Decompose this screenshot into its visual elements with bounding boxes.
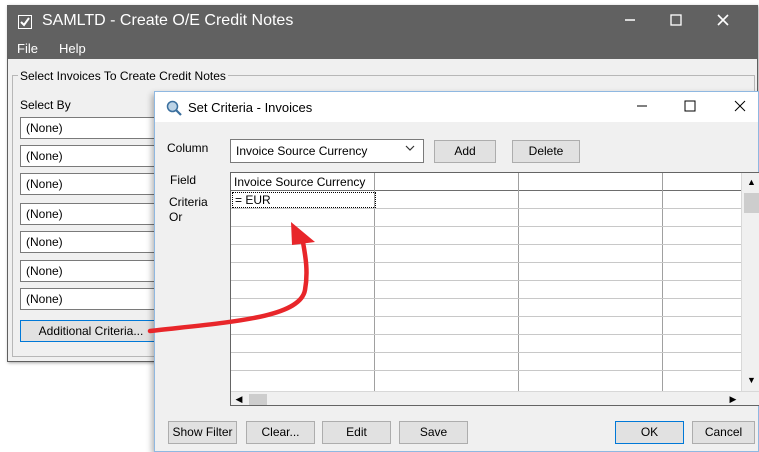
grid-header-cell[interactable]: Invoice Source Currency [234, 175, 365, 189]
maximize-button[interactable] [653, 6, 699, 37]
ok-button[interactable]: OK [615, 421, 684, 444]
criteria-label: Criteria [169, 195, 208, 209]
scroll-left-icon[interactable]: ◀ [231, 392, 247, 405]
delete-button[interactable]: Delete [512, 140, 580, 163]
dialog-title-bar[interactable]: Set Criteria - Invoices [155, 92, 758, 122]
clear-button[interactable]: Clear... [246, 421, 315, 444]
group-label: Select Invoices To Create Credit Notes [18, 69, 228, 83]
grid-column-divider [662, 173, 663, 391]
grid-row-divider [231, 280, 741, 281]
main-title-bar[interactable]: SAMLTD - Create O/E Credit Notes [8, 6, 757, 37]
grid-row-divider [231, 352, 741, 353]
search-icon [166, 100, 182, 116]
scroll-thumb[interactable] [744, 193, 759, 213]
column-label: Column [167, 141, 209, 155]
menu-bar: File Help [8, 37, 757, 59]
grid-row-divider [231, 226, 741, 227]
grid-row-divider [231, 244, 741, 245]
scroll-thumb[interactable] [249, 394, 267, 405]
criteria-grid[interactable]: Invoice Source Currency = EUR ▲ ▼ ◀ ▶ [230, 172, 759, 406]
select-by-field-3[interactable]: (None) [20, 173, 170, 195]
show-filter-button[interactable]: Show Filter [168, 421, 237, 444]
chevron-down-icon [405, 143, 415, 155]
column-select-value: Invoice Source Currency [236, 144, 368, 158]
additional-criteria-button[interactable]: Additional Criteria... [20, 320, 162, 342]
menu-item-file[interactable]: File [17, 41, 38, 56]
vertical-scrollbar[interactable]: ▲ ▼ [741, 173, 759, 391]
scroll-right-icon[interactable]: ▶ [725, 392, 741, 405]
grid-column-divider [518, 173, 519, 391]
dialog-minimize-button[interactable] [619, 92, 665, 122]
criteria-cell-selected[interactable]: = EUR [232, 192, 376, 208]
dialog-maximize-button[interactable] [667, 92, 713, 122]
grid-row-divider [231, 370, 741, 371]
window-title: SAMLTD - Create O/E Credit Notes [42, 12, 294, 29]
set-criteria-dialog: Set Criteria - Invoices Column Invoice S… [154, 91, 759, 452]
cancel-button[interactable]: Cancel [692, 421, 755, 444]
scroll-up-icon[interactable]: ▲ [742, 173, 759, 189]
grid-row-divider [231, 316, 741, 317]
field-label: Field [170, 173, 197, 187]
close-button[interactable] [700, 6, 746, 37]
horizontal-scrollbar[interactable]: ◀ ▶ [231, 391, 759, 405]
select-by-field-1[interactable]: (None) [20, 117, 170, 139]
grid-row-divider [231, 262, 741, 263]
grid-row-divider [231, 298, 741, 299]
select-by-field-4[interactable]: (None) [20, 203, 170, 225]
add-button[interactable]: Add [434, 140, 496, 163]
grid-row-divider [231, 334, 741, 335]
column-select[interactable]: Invoice Source Currency [230, 139, 424, 163]
scroll-down-icon[interactable]: ▼ [742, 373, 759, 389]
select-by-field-7[interactable]: (None) [20, 288, 170, 310]
checkbox-icon [18, 15, 32, 29]
select-by-field-2[interactable]: (None) [20, 145, 170, 167]
select-by-label: Select By [20, 98, 71, 112]
edit-button[interactable]: Edit [322, 421, 391, 444]
or-label: Or [169, 210, 183, 224]
grid-row-divider [231, 208, 741, 209]
dialog-close-button[interactable] [717, 92, 759, 122]
select-by-field-6[interactable]: (None) [20, 260, 170, 282]
save-button[interactable]: Save [399, 421, 468, 444]
grid-column-divider [374, 173, 375, 391]
dialog-title: Set Criteria - Invoices [188, 100, 313, 115]
menu-item-help[interactable]: Help [59, 41, 86, 56]
minimize-button[interactable] [607, 6, 653, 37]
select-by-field-5[interactable]: (None) [20, 231, 170, 253]
grid-header-divider [231, 190, 741, 191]
